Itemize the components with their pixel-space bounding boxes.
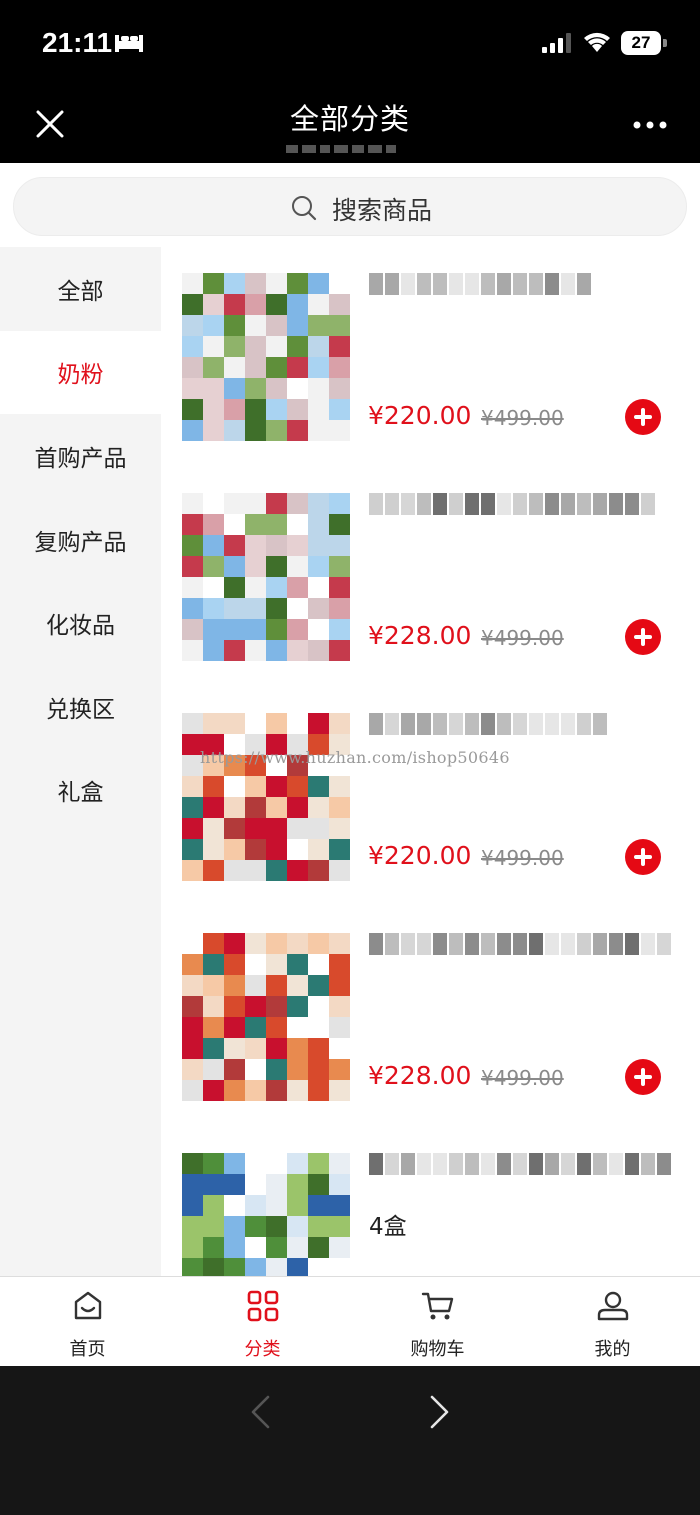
add-to-cart-button[interactable] [625, 619, 661, 655]
home-icon [74, 1291, 101, 1320]
add-to-cart-button[interactable] [625, 1059, 661, 1095]
search-input[interactable]: 搜索商品 [13, 177, 687, 236]
wifi-icon [584, 32, 610, 52]
forward-icon[interactable] [428, 1394, 452, 1430]
search-placeholder: 搜索商品 [332, 196, 433, 225]
product-price: ¥228.00 [368, 621, 472, 650]
product-image[interactable] [182, 273, 350, 441]
sidebar-item-all[interactable]: 全部 [0, 247, 161, 331]
product-card[interactable]: ¥228.00 ¥499.00 [161, 907, 700, 1127]
tab-home[interactable]: 首页 [0, 1277, 175, 1366]
battery-level: 27 [621, 31, 661, 55]
sidebar-item-milk-powder[interactable]: 奶粉 [0, 330, 161, 415]
tab-home-label: 首页 [69, 1339, 106, 1360]
watermark-text: https://www.huzhan.com/ishop50646 [200, 748, 510, 767]
tab-cart-label: 购物车 [410, 1339, 465, 1360]
product-price: ¥220.00 [368, 401, 472, 430]
product-title-suffix: 4盒 [369, 1214, 407, 1240]
product-title-redacted [369, 273, 591, 297]
cart-icon [421, 1292, 453, 1320]
product-card[interactable]: 4盒 [161, 1127, 700, 1276]
product-price: ¥228.00 [368, 1061, 472, 1090]
tab-cart[interactable]: 购物车 [350, 1277, 525, 1366]
product-card[interactable]: ¥228.00 ¥499.00 [161, 467, 700, 687]
main-content: 搜索商品 全部 奶粉 首购产品 复购产品 化妆品 兑换区 礼盒 ¥220.00 … [0, 163, 700, 1276]
bottom-tab-bar: 首页 分类 购物车 我的 [0, 1276, 700, 1366]
signal-icon [542, 33, 571, 53]
product-original-price: ¥499.00 [481, 1066, 564, 1090]
sidebar-item-exchange[interactable]: 兑换区 [0, 665, 161, 749]
product-card[interactable]: ¥220.00 ¥499.00 [161, 687, 700, 907]
tab-profile-label: 我的 [594, 1339, 631, 1360]
category-sidebar: 全部 奶粉 首购产品 复购产品 化妆品 兑换区 礼盒 [0, 247, 161, 1276]
status-bar: 21:11 27 [0, 0, 700, 88]
bed-icon [115, 35, 143, 52]
product-original-price: ¥499.00 [481, 406, 564, 430]
back-icon[interactable] [248, 1394, 272, 1430]
sidebar-item-repurchase[interactable]: 复购产品 [0, 498, 161, 582]
sidebar-item-gift-box[interactable]: 礼盒 [0, 749, 161, 833]
product-title-redacted [369, 933, 671, 957]
product-card[interactable]: ¥220.00 ¥499.00 [161, 247, 700, 467]
product-image[interactable] [182, 1153, 350, 1276]
user-icon [597, 1291, 628, 1321]
tab-profile[interactable]: 我的 [525, 1277, 700, 1366]
product-price: ¥220.00 [368, 841, 472, 870]
category-icon [247, 1290, 278, 1322]
add-to-cart-button[interactable] [625, 399, 661, 435]
nav-bar: 全部分类 [0, 88, 700, 172]
browser-navigation-bar [0, 1366, 700, 1515]
search-icon [292, 196, 317, 221]
more-icon[interactable] [632, 120, 668, 130]
page-title: 全部分类 [289, 102, 410, 136]
status-time: 21:11 [42, 27, 113, 58]
product-title-redacted [369, 493, 655, 517]
product-original-price: ¥499.00 [481, 846, 564, 870]
sidebar-item-first-purchase[interactable]: 首购产品 [0, 414, 161, 498]
product-original-price: ¥499.00 [481, 626, 564, 650]
add-to-cart-button[interactable] [625, 839, 661, 875]
sidebar-item-cosmetics[interactable]: 化妆品 [0, 581, 161, 665]
tab-category[interactable]: 分类 [175, 1277, 350, 1366]
battery-indicator: 27 [621, 31, 667, 55]
product-title-redacted [369, 713, 607, 737]
product-image[interactable] [182, 713, 350, 881]
product-title-redacted [369, 1153, 671, 1177]
product-image[interactable] [182, 493, 350, 661]
tab-category-label: 分类 [244, 1339, 281, 1360]
page-subtitle-redacted [286, 138, 414, 172]
product-image[interactable] [182, 933, 350, 1101]
